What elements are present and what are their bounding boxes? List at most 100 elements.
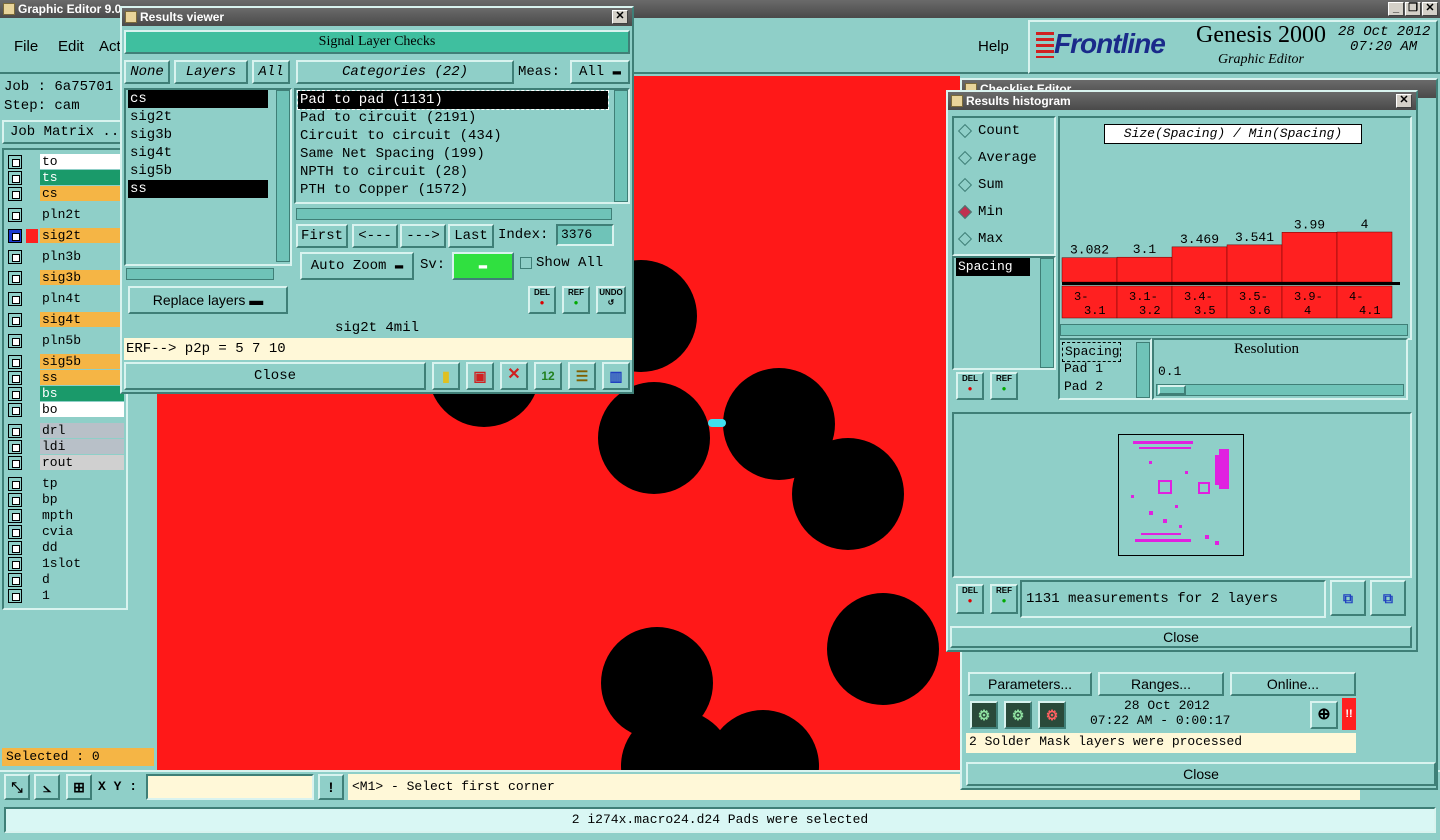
auto-zoom-select[interactable]: Auto Zoom ▬ [300,252,414,280]
highlight-icon[interactable]: ▮ [432,362,460,390]
layer-checkbox[interactable] [8,229,22,243]
resolution-slider-thumb[interactable] [1158,385,1186,395]
layer-checkbox[interactable] [8,525,22,539]
zoom-fit-icon[interactable]: ⤡ [4,774,30,800]
layer-row[interactable]: d [8,572,124,588]
checklist-close-button[interactable]: Close [966,762,1436,786]
online-button[interactable]: Online... [1230,672,1356,696]
mode-radio-count[interactable]: Count [954,120,1054,142]
menu-file[interactable]: File [14,38,38,55]
histogram-bar[interactable] [1171,246,1228,283]
result-layer-item[interactable]: ss [128,180,268,198]
layer-row[interactable]: sig2t [8,228,124,244]
histogram-del-button[interactable]: DEL ● [956,372,984,400]
preview-ref-button[interactable]: REF ● [990,584,1018,614]
layer-row[interactable]: bp [8,492,124,508]
mode-radio-max[interactable]: Max [954,228,1054,250]
meas-select[interactable]: All ▬ [570,60,630,84]
result-layer-item[interactable]: sig4t [128,144,268,162]
result-layer-item[interactable]: cs [128,90,268,108]
grid-snap-icon[interactable]: ⊞ [66,774,92,800]
layer-checkbox[interactable] [8,573,22,587]
meas-scrollbar[interactable] [1136,342,1150,398]
layer-checkbox[interactable] [8,541,22,555]
result-layer-item[interactable]: sig2t [128,108,268,126]
layer-row[interactable]: cvia [8,524,124,540]
histogram-bar[interactable] [1336,231,1393,283]
run-check-icon[interactable]: ⚙ [970,701,998,729]
histogram-icon[interactable]: ▥ [602,362,630,390]
categories-button[interactable]: Categories (22) [296,60,514,84]
menu-edit[interactable]: Edit [58,38,84,55]
layer-row[interactable]: dd [8,540,124,556]
category-vscroll[interactable] [614,90,628,202]
result-layer-item[interactable]: sig3b [128,126,268,144]
histogram-ref-button[interactable]: REF ● [990,372,1018,400]
layer-checkbox[interactable] [8,403,22,417]
layer-checkbox[interactable] [8,456,22,470]
close-window-button[interactable]: ✕ [1422,2,1438,16]
import-icon[interactable]: ⧉ [1370,580,1406,616]
category-item[interactable]: PTH to Copper (1572) [298,181,608,199]
layer-checkbox[interactable] [8,250,22,264]
mark-icon[interactable]: ▣ [466,362,494,390]
layer-row[interactable]: cs [8,186,124,202]
job-matrix-button[interactable]: Job Matrix ... [2,120,122,144]
layer-list-hscroll[interactable] [126,268,274,280]
layer-row[interactable]: tp [8,476,124,492]
layer-row[interactable]: drl [8,423,124,439]
layer-checkbox[interactable] [8,589,22,603]
histogram-bar[interactable] [1281,232,1338,283]
layer-row[interactable]: sig4t [8,312,124,328]
layer-row[interactable]: pln2t [8,207,124,223]
last-button[interactable]: Last [448,224,494,248]
layer-checkbox[interactable] [8,493,22,507]
layer-checkbox[interactable] [8,313,22,327]
layer-checkbox[interactable] [8,387,22,401]
layer-checkbox[interactable] [8,477,22,491]
layer-checkbox[interactable] [8,292,22,306]
layer-row[interactable]: bo [8,402,124,418]
histogram-bar[interactable] [1061,257,1118,283]
layer-checkbox[interactable] [8,424,22,438]
layer-row[interactable]: pln5b [8,333,124,349]
menu-actions[interactable]: Act [99,38,121,55]
layer-row[interactable]: sig3b [8,270,124,286]
replace-layers-select[interactable]: Replace layers ▬ [128,286,288,314]
meas-item-spacing[interactable]: Spacing [1062,342,1121,362]
number-icon[interactable]: 12 [534,362,562,390]
layer-checkbox[interactable] [8,271,22,285]
category-hscroll[interactable] [296,208,612,220]
layer-checkbox[interactable] [8,155,22,169]
zoom-icon[interactable]: ⊕ [1310,701,1338,729]
none-button[interactable]: None [124,60,170,84]
mode-radio-min[interactable]: Min [954,201,1054,223]
layer-row[interactable]: bs [8,386,124,402]
xy-input[interactable] [146,774,314,800]
menu-help[interactable]: Help [978,38,1009,55]
results-viewer-close-x[interactable]: ✕ [612,10,628,24]
sv-color-select[interactable]: ▬ [452,252,514,280]
layer-row[interactable]: sig5b [8,354,124,370]
rv-close-button[interactable]: Close [124,362,426,390]
histogram-close-x[interactable]: ✕ [1396,94,1412,108]
export-icon[interactable]: ⧉ [1330,580,1366,616]
remove-icon[interactable]: ✕ [500,362,528,390]
layer-row[interactable]: to [8,154,124,170]
histogram-close-button[interactable]: Close [950,626,1412,648]
parameters-button[interactable]: Parameters... [968,672,1092,696]
histogram-bar[interactable] [1116,256,1173,283]
layer-checkbox[interactable] [8,371,22,385]
preview-del-button[interactable]: DEL ● [956,584,984,614]
layer-row[interactable]: ts [8,170,124,186]
index-input[interactable]: 3376 [556,224,614,246]
histogram-bar[interactable] [1226,244,1283,283]
category-item[interactable]: Same Net Spacing (199) [298,145,608,163]
prev-button[interactable]: <--- [352,224,398,248]
category-item[interactable]: Pad to circuit (2191) [298,109,608,127]
layer-row[interactable]: pln3b [8,249,124,265]
show-all-checkbox[interactable] [520,257,532,269]
next-button[interactable]: ---> [400,224,446,248]
rv-undo-button[interactable]: UNDO ↺ [596,286,626,314]
ranges-button[interactable]: Ranges... [1098,672,1224,696]
